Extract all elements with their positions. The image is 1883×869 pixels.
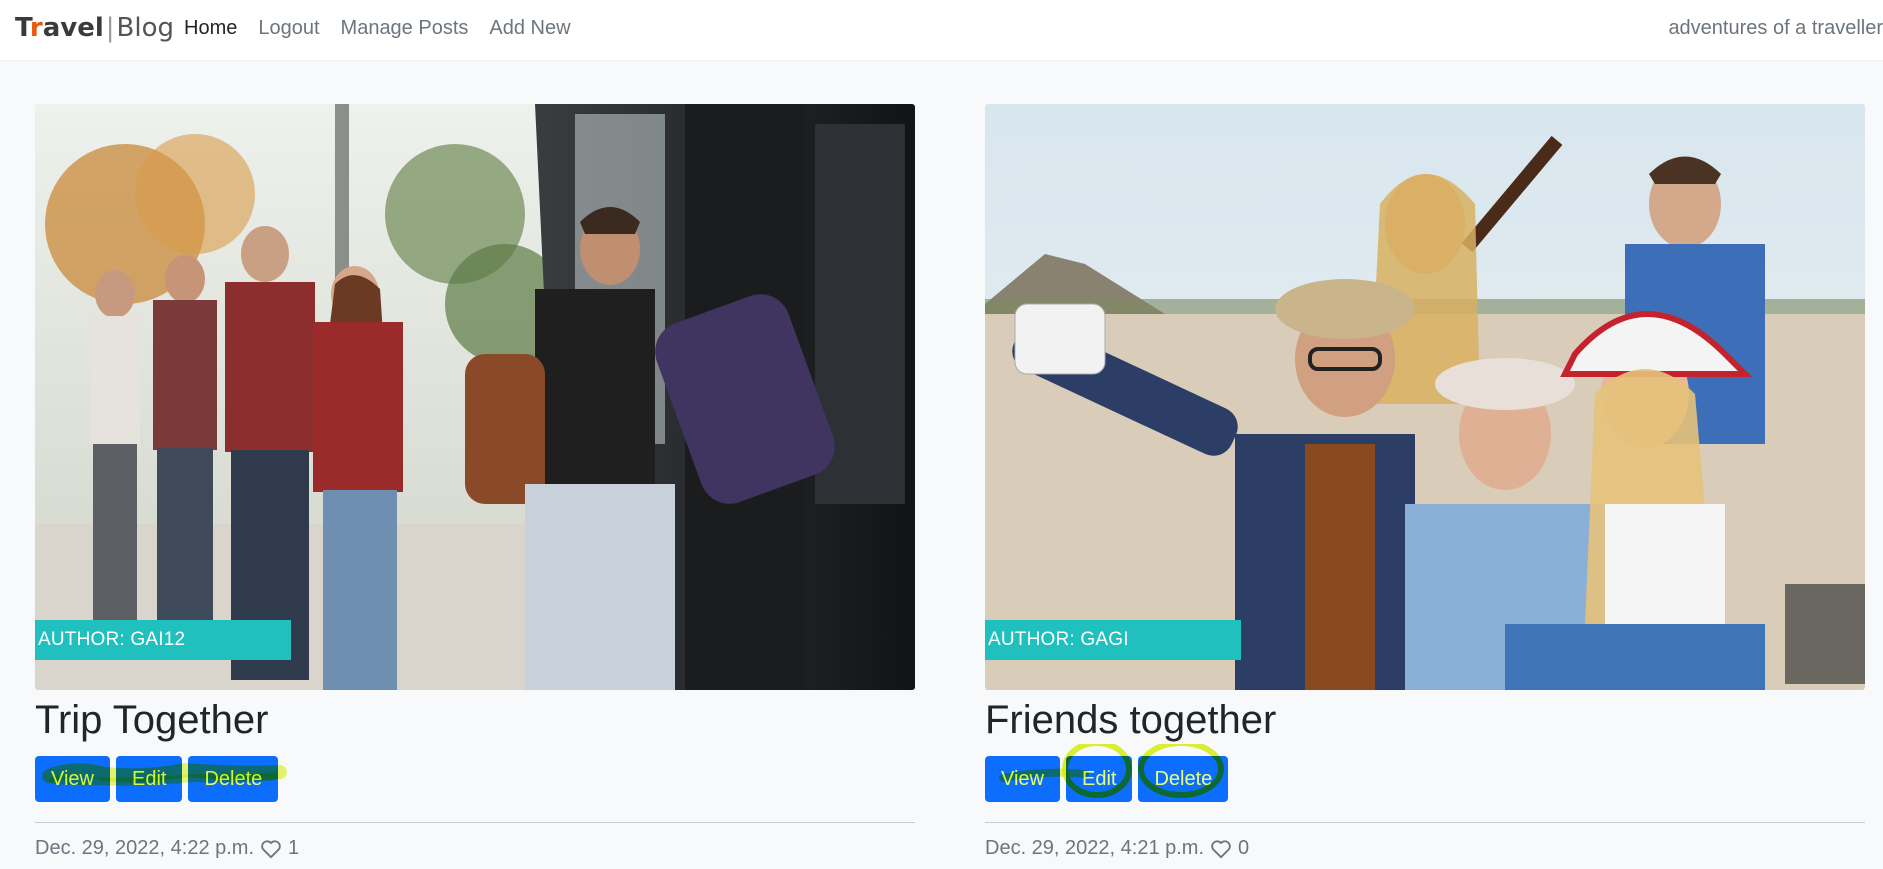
- delete-post-button[interactable]: Delete: [188, 756, 279, 802]
- nav-logout-link[interactable]: Logout: [258, 14, 319, 42]
- delete-button-label: Delete: [204, 767, 263, 790]
- brand-separator: |: [105, 13, 115, 43]
- post-card: AUTHOR: GAI12 Trip Together View Edit De…: [35, 104, 915, 860]
- post-title: Friends together: [985, 698, 1277, 742]
- post-actions: View Edit Delete: [985, 744, 1229, 802]
- nav-home-link[interactable]: Home: [184, 14, 237, 42]
- post-date: Dec. 29, 2022, 4:22 p.m.: [35, 837, 255, 859]
- post-image[interactable]: AUTHOR: GAGI: [985, 104, 1865, 690]
- card-divider: [35, 822, 915, 823]
- delete-button-label: Delete: [1154, 767, 1213, 790]
- brand-text-blog: Blog: [116, 13, 175, 43]
- brand-logo[interactable]: Travel|Blog: [15, 10, 174, 46]
- delete-post-button[interactable]: Delete: [1138, 756, 1229, 802]
- heart-outline-icon[interactable]: [260, 839, 282, 859]
- post-actions: View Edit Delete: [35, 744, 287, 802]
- friends-selfie-beach-image: [985, 104, 1865, 690]
- edit-post-button[interactable]: Edit: [116, 756, 183, 802]
- brand-text-accent: r: [29, 13, 43, 43]
- post-title: Trip Together: [35, 698, 269, 742]
- main-nav: Home Logout Manage Posts Add New: [184, 14, 571, 42]
- author-badge: AUTHOR: GAI12: [35, 620, 291, 660]
- edit-button-label: Edit: [1082, 767, 1117, 790]
- nav-manage-posts-link[interactable]: Manage Posts: [341, 14, 469, 42]
- top-navbar: Travel|Blog Home Logout Manage Posts Add…: [0, 0, 1883, 60]
- view-post-button[interactable]: View: [985, 756, 1060, 802]
- post-card: AUTHOR: GAGI Friends together View Edit …: [985, 104, 1865, 860]
- brand-text-rest: avel: [42, 13, 104, 43]
- post-meta: Dec. 29, 2022, 4:22 p.m. 1: [35, 837, 915, 860]
- heart-outline-icon[interactable]: [1210, 839, 1232, 859]
- post-meta: Dec. 29, 2022, 4:21 p.m. 0: [985, 837, 1865, 860]
- site-tagline: adventures of a traveller: [1668, 17, 1883, 39]
- post-date: Dec. 29, 2022, 4:21 p.m.: [985, 837, 1205, 859]
- view-button-label: View: [1001, 767, 1044, 790]
- post-image[interactable]: AUTHOR: GAI12: [35, 104, 915, 690]
- card-divider: [985, 822, 1865, 823]
- brand-text-prefix: T: [15, 13, 30, 43]
- view-post-button[interactable]: View: [35, 756, 110, 802]
- author-badge: AUTHOR: GAGI: [985, 620, 1241, 660]
- like-count: 0: [1238, 837, 1250, 859]
- view-button-label: View: [51, 767, 94, 790]
- nav-add-new-link[interactable]: Add New: [489, 14, 570, 42]
- like-count: 1: [288, 837, 300, 859]
- edit-button-label: Edit: [132, 767, 167, 790]
- travelers-boarding-bus-image: [35, 104, 915, 690]
- edit-post-button[interactable]: Edit: [1066, 756, 1133, 802]
